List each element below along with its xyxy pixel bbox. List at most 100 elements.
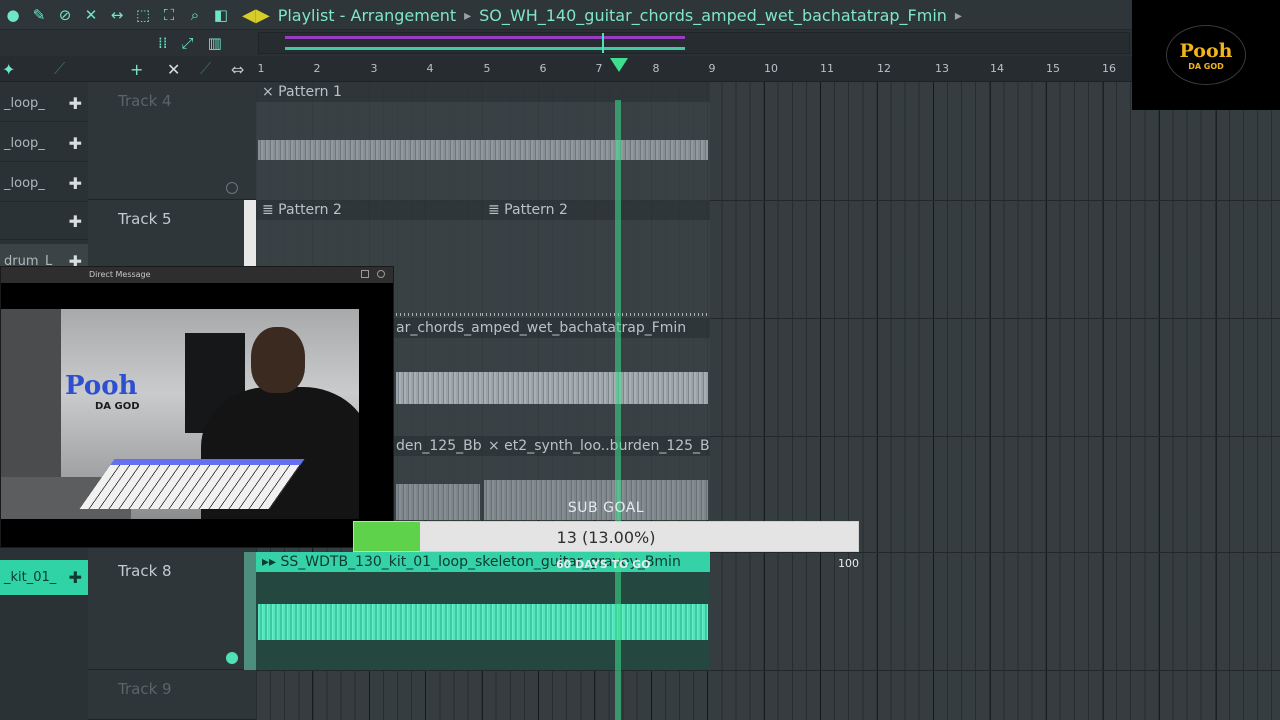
- channel-item[interactable]: ✚: [0, 204, 88, 240]
- track-name: Track 9: [118, 680, 172, 698]
- channel-label: _loop_: [4, 176, 45, 191]
- add-icon[interactable]: ✚: [69, 174, 82, 193]
- bar-line: [1159, 82, 1160, 720]
- zoom-icon[interactable]: ⌕: [186, 6, 204, 24]
- clip-waveform: [258, 140, 708, 160]
- mute-icon[interactable]: ✕: [82, 6, 100, 24]
- cam-keyboard: [79, 459, 305, 509]
- webcam-titlebar: Direct Message: [1, 267, 393, 283]
- record-icon[interactable]: ●: [4, 6, 22, 24]
- subgoal-value: 13 (13.00%): [556, 528, 656, 547]
- overview-playhead: [602, 33, 604, 53]
- playhead-line: [615, 100, 621, 720]
- close-icon[interactable]: ✕: [167, 60, 180, 79]
- channel-item[interactable]: _loop_ ✚: [0, 126, 88, 162]
- timeline-ruler[interactable]: 1 2 3 4 5 6 7 8 9 10 11 12 13 14 15 16: [256, 56, 1280, 82]
- bar-line: [877, 82, 878, 720]
- play-arrow-icon[interactable]: ◀▶: [242, 5, 270, 26]
- bar-number: 6: [539, 62, 547, 75]
- bar-number: 11: [820, 62, 834, 75]
- add-icon[interactable]: ✚: [69, 134, 82, 153]
- logo-subtext: DA GOD: [1188, 61, 1224, 71]
- pencil-icon: ⟋: [54, 59, 66, 78]
- playhead-marker[interactable]: [610, 58, 628, 72]
- streamer-logo: Pooh DA GOD: [1132, 0, 1280, 110]
- audio-wave-icon[interactable]: ⁞⁞: [158, 34, 168, 52]
- track-divider: [256, 670, 1280, 671]
- bar-number: 1: [257, 62, 265, 75]
- bar-line: [933, 82, 934, 720]
- track-select-strip[interactable]: [244, 552, 256, 670]
- logo-badge: Pooh DA GOD: [1166, 25, 1246, 85]
- piano-icon[interactable]: ▥: [208, 34, 222, 52]
- bar-line: [820, 82, 821, 720]
- subgoal-progress-bar: 13 (13.00%): [353, 521, 859, 552]
- channel-label: _loop_: [4, 136, 45, 151]
- subgoal-label: SUB GOAL: [567, 500, 645, 516]
- track-select-strip[interactable]: [244, 200, 256, 270]
- bar-number: 12: [877, 62, 891, 75]
- pattern-clip[interactable]: ≣ Pattern 2: [482, 200, 710, 318]
- resize-icon[interactable]: ⇔: [231, 60, 244, 79]
- clip-notes: [482, 313, 710, 316]
- bar-number: 13: [935, 62, 949, 75]
- bar-number: 4: [426, 62, 434, 75]
- bar-number: 3: [370, 62, 378, 75]
- track-name: Track 5: [118, 210, 172, 228]
- subgoal-max: 100: [838, 557, 859, 570]
- add-icon[interactable]: ✚: [69, 94, 82, 113]
- track-name: Track 8: [118, 562, 172, 580]
- bar-line: [1046, 82, 1047, 720]
- select-icon[interactable]: ⬚: [134, 6, 152, 24]
- bar-line: [764, 82, 765, 720]
- clip-label: × et2_synth_loo..burden_125_Bbm: [482, 436, 710, 456]
- bar-number: 9: [708, 62, 716, 75]
- cam-shelf: [1, 309, 61, 479]
- logo-text: Pooh: [1179, 39, 1233, 62]
- minimize-icon[interactable]: [361, 270, 369, 278]
- track-header[interactable]: Track 9: [88, 670, 256, 720]
- add-icon[interactable]: +: [130, 60, 143, 79]
- overview-loop-range: [285, 36, 685, 39]
- fl-studio-playlist: ● ✎ ⊘ ✕ ↔ ⬚ ⛶ ⌕ ◧ ◀▶ Playlist - Arrangem…: [0, 0, 1280, 720]
- link-icon[interactable]: ⤢: [182, 34, 194, 52]
- clip-label: × Pattern 1: [256, 82, 710, 102]
- pattern-selector[interactable]: SO_WH_140_guitar_chords_amped_wet_bachat…: [479, 6, 947, 25]
- settings-icon[interactable]: [377, 270, 385, 278]
- bar-number: 15: [1046, 62, 1060, 75]
- channel-item[interactable]: _loop_ ✚: [0, 86, 88, 122]
- clip-waveform: [258, 604, 708, 640]
- webcam-video: Pooh DA GOD: [1, 309, 359, 519]
- track-enable-icon[interactable]: [226, 182, 238, 194]
- bar-number: 16: [1102, 62, 1116, 75]
- track-header[interactable]: Track 8: [88, 552, 256, 670]
- channel-label: _loop_: [4, 96, 45, 111]
- add-icon[interactable]: ✚: [69, 212, 82, 231]
- bar-number: 10: [764, 62, 778, 75]
- bar-number: 14: [990, 62, 1004, 75]
- chevron-right-icon[interactable]: ▸: [955, 8, 962, 24]
- marquee-icon[interactable]: ⛶: [160, 6, 178, 24]
- clip-waveform: [396, 372, 708, 404]
- track-enable-icon[interactable]: [226, 652, 238, 664]
- pattern-clip[interactable]: × Pattern 1: [256, 82, 710, 200]
- timeline-ruler-bar: ✦ ⟋ + ✕ ⟋ ⇔ 1 2 3 4 5 6 7 8 9 10 11 12 1…: [0, 56, 1280, 82]
- channel-item[interactable]: _loop_ ✚: [0, 166, 88, 202]
- cam-logo-text: Pooh: [65, 371, 138, 401]
- draw-icon[interactable]: ✎: [30, 6, 48, 24]
- cam-person-head: [251, 327, 305, 393]
- channel-label: _kit_01_: [4, 570, 57, 585]
- bar-number: 8: [652, 62, 660, 75]
- channel-item-selected[interactable]: _kit_01_ ✚: [0, 560, 88, 596]
- add-icon[interactable]: ✚: [69, 568, 82, 587]
- track-header[interactable]: Track 4: [88, 82, 256, 200]
- snap-icon[interactable]: ✦: [2, 60, 15, 79]
- playback-icon[interactable]: ◧: [212, 6, 230, 24]
- chevron-right-icon: ▸: [464, 7, 472, 24]
- bar-line: [1216, 82, 1217, 720]
- cam-logo-subtext: DA GOD: [95, 401, 140, 412]
- no-icon[interactable]: ⊘: [56, 6, 74, 24]
- arrangement-overview[interactable]: [258, 32, 1130, 54]
- bar-number: 5: [483, 62, 491, 75]
- slip-icon[interactable]: ↔: [108, 6, 126, 24]
